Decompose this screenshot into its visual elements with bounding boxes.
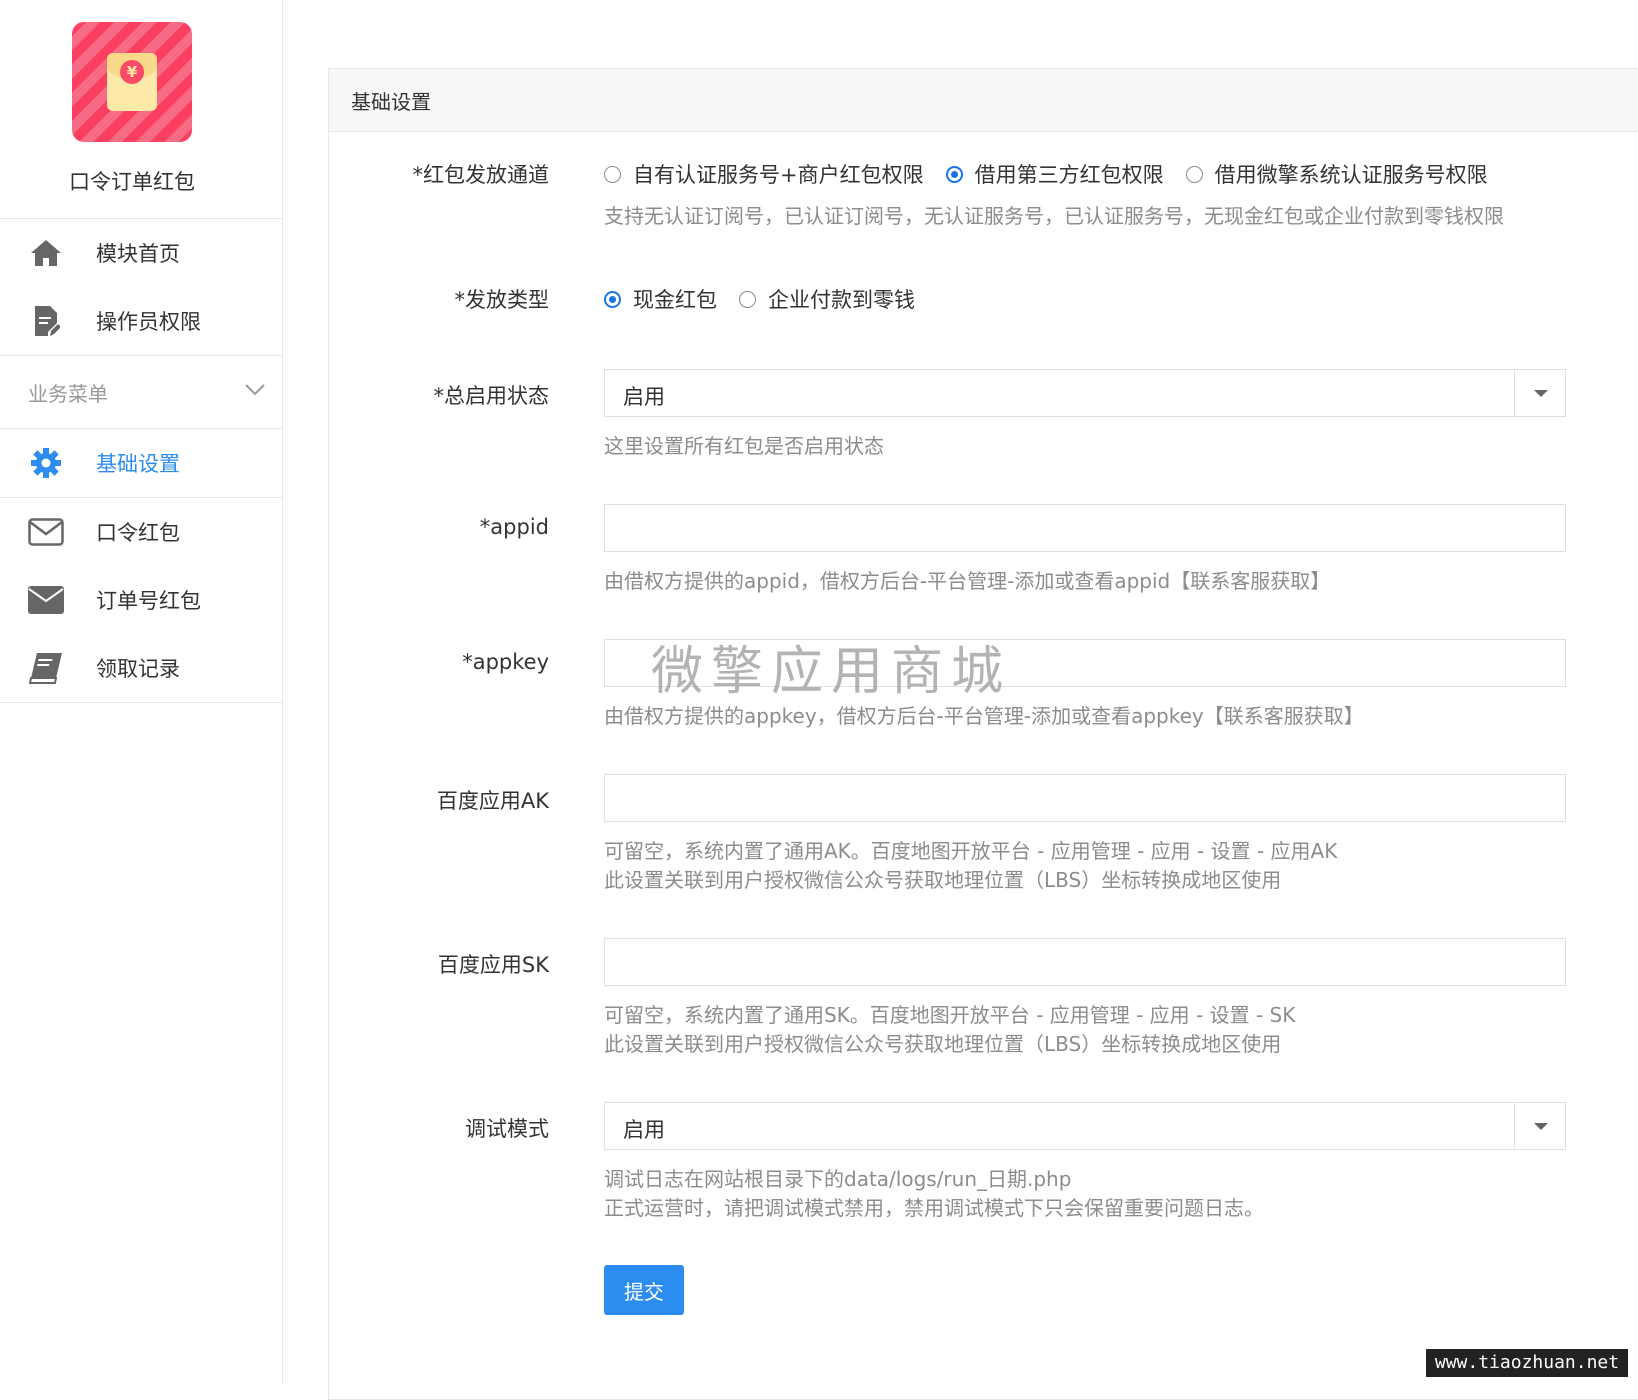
book-icon — [28, 650, 64, 686]
debug-label: 调试模式 — [465, 1117, 549, 1141]
status-help: 这里设置所有红包是否启用状态 — [604, 434, 884, 458]
caret-down-icon — [1514, 1103, 1565, 1149]
type-label: *发放类型 — [454, 288, 550, 312]
appid-input[interactable] — [604, 504, 1566, 552]
sidebar-item-label: 操作员权限 — [96, 310, 201, 334]
business-menu-toggle[interactable]: 业务菜单 — [0, 356, 282, 429]
sidebar-item-label: 订单号红包 — [96, 589, 201, 613]
sidebar-item-order-redpacket[interactable]: 订单号红包 — [0, 566, 282, 634]
radio-label: 自有认证服务号+商户红包权限 — [633, 163, 924, 187]
appid-help: 由借权方提供的appid，借权方后台-平台管理-添加或查看appid【联系客服获… — [604, 569, 1331, 593]
radio-unchecked-icon — [739, 290, 756, 308]
red-envelope-logo: ¥ — [72, 22, 192, 142]
debug-select[interactable]: 启用 — [604, 1102, 1566, 1150]
type-radio-group: 现金红包 企业付款到零钱 — [604, 284, 937, 314]
sidebar-item-label: 口令红包 — [96, 521, 180, 545]
radio-checked-icon — [945, 165, 963, 183]
channel-option-weiqing[interactable]: 借用微擎系统认证服务号权限 — [1185, 159, 1488, 189]
gear-icon — [28, 445, 64, 481]
submit-button[interactable]: 提交 — [604, 1265, 684, 1315]
radio-label: 借用第三方红包权限 — [974, 163, 1164, 187]
sidebar-item-module-home[interactable]: 模块首页 — [0, 219, 282, 287]
panel-title: 基础设置 — [329, 69, 1638, 132]
envelope-filled-icon — [28, 582, 64, 618]
chevron-down-icon — [244, 378, 266, 402]
status-label: *总启用状态 — [433, 384, 550, 408]
active-item-wrap: 基础设置 — [0, 429, 282, 498]
baidu-ak-label: 百度应用AK — [436, 789, 549, 813]
caret-down-icon — [1514, 370, 1565, 416]
sidebar-item-operator-permission[interactable]: 操作员权限 — [0, 287, 282, 355]
baidu-ak-input[interactable] — [604, 774, 1566, 822]
channel-option-third-party[interactable]: 借用第三方红包权限 — [945, 159, 1164, 189]
baidu-sk-help-1: 可留空，系统内置了通用SK。百度地图开放平台 - 应用管理 - 应用 - 设置 … — [604, 1003, 1296, 1027]
top-nav: 模块首页 操作员权限 — [0, 219, 282, 356]
site-watermark-stamp: www.tiaozhuan.net — [1426, 1349, 1628, 1377]
radio-checked-icon — [604, 290, 621, 308]
baidu-ak-help-1: 可留空，系统内置了通用AK。百度地图开放平台 - 应用管理 - 应用 - 设置 … — [604, 839, 1338, 863]
status-select-value: 启用 — [623, 385, 665, 409]
sidebar-item-claim-records[interactable]: 领取记录 — [0, 634, 282, 702]
channel-radio-group: 自有认证服务号+商户红包权限 借用第三方红包权限 借用微擎系统认证服务号权限 — [604, 159, 1510, 189]
channel-help: 支持无认证订阅号，已认证订阅号，无认证服务号，已认证服务号，无现金红包或企业付款… — [604, 204, 1504, 228]
app-header: ¥ 口令订单红包 — [0, 0, 282, 219]
appid-label: *appid — [479, 515, 549, 539]
sidebar-item-password-redpacket[interactable]: 口令红包 — [0, 498, 282, 566]
channel-option-own[interactable]: 自有认证服务号+商户红包权限 — [604, 159, 924, 189]
home-icon — [28, 235, 64, 271]
baidu-sk-help-2: 此设置关联到用户授权微信公众号获取地理位置（LBS）坐标转换成地区使用 — [604, 1032, 1282, 1056]
sidebar: ¥ 口令订单红包 模块首页 操作员权限 业务菜单 基础设置 口令红包 订单号红包… — [0, 0, 283, 1385]
settings-panel: 基础设置 *红包发放通道 自有认证服务号+商户红包权限 借用第三方红包权限 借用… — [328, 68, 1638, 1400]
business-nav: 口令红包 订单号红包 领取记录 — [0, 498, 282, 703]
appkey-help: 由借权方提供的appkey，借权方后台-平台管理-添加或查看appkey【联系客… — [604, 704, 1364, 728]
debug-select-value: 启用 — [623, 1118, 665, 1142]
document-edit-icon — [28, 303, 64, 339]
baidu-sk-input[interactable] — [604, 938, 1566, 986]
appkey-label: *appkey — [462, 650, 549, 674]
channel-label: *红包发放通道 — [412, 163, 550, 187]
debug-help-2: 正式运营时，请把调试模式禁用，禁用调试模式下只会保留重要问题日志。 — [604, 1196, 1264, 1220]
debug-help-1: 调试日志在网站根目录下的data/logs/run_日期.php — [604, 1167, 1072, 1191]
watermark-text: 微擎应用商城 — [651, 642, 1012, 702]
sidebar-item-label: 领取记录 — [96, 657, 180, 681]
app-name: 口令订单红包 — [69, 170, 195, 194]
type-option-wallet[interactable]: 企业付款到零钱 — [739, 284, 915, 314]
sidebar-item-label: 模块首页 — [96, 242, 180, 266]
sidebar-item-basic-settings[interactable]: 基础设置 — [0, 429, 282, 497]
sidebar-item-label: 基础设置 — [96, 452, 180, 476]
type-option-cash[interactable]: 现金红包 — [604, 284, 717, 314]
radio-unchecked-icon — [604, 165, 621, 183]
radio-label: 现金红包 — [633, 288, 717, 312]
envelope-outline-icon — [28, 514, 64, 550]
baidu-ak-help-2: 此设置关联到用户授权微信公众号获取地理位置（LBS）坐标转换成地区使用 — [604, 868, 1282, 892]
baidu-sk-label: 百度应用SK — [437, 953, 549, 977]
section-title: 业务菜单 — [28, 381, 108, 406]
radio-unchecked-icon — [1185, 165, 1203, 183]
status-select[interactable]: 启用 — [604, 369, 1566, 417]
radio-label: 企业付款到零钱 — [768, 288, 915, 312]
radio-label: 借用微擎系统认证服务号权限 — [1214, 163, 1488, 187]
